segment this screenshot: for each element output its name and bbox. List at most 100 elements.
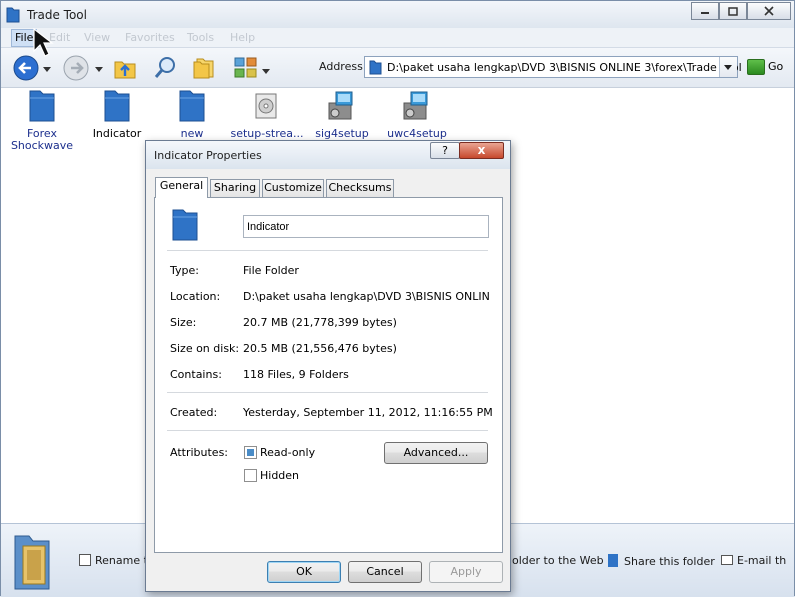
location-key: Location: — [170, 290, 221, 303]
attributes-key: Attributes: — [170, 446, 229, 459]
menu-view[interactable]: View — [84, 31, 110, 44]
minimize-icon — [701, 12, 709, 14]
contains-value: 118 Files, 9 Folders — [243, 368, 349, 381]
rename-icon — [79, 554, 91, 566]
folder-icon — [369, 60, 382, 78]
type-value: File Folder — [243, 264, 299, 277]
close-button[interactable] — [747, 2, 791, 20]
cancel-button[interactable]: Cancel — [348, 561, 422, 583]
readonly-label: Read-only — [260, 446, 316, 459]
go-label: Go — [768, 60, 784, 73]
ok-button[interactable]: OK — [267, 561, 341, 583]
size-on-disk-value: 20.5 MB (21,556,476 bytes) — [243, 342, 397, 355]
minimize-button[interactable] — [691, 2, 719, 20]
file-item[interactable]: Forex Shockwave — [5, 89, 79, 152]
created-value: Yesterday, September 11, 2012, 11:16:55 … — [243, 406, 493, 419]
menu-bar: File Edit View Favorites Tools Help — [1, 28, 794, 48]
size-key: Size: — [170, 316, 197, 329]
go-button[interactable]: Go — [747, 59, 783, 75]
title-bar: Trade Tool — [1, 1, 794, 28]
back-dropdown-icon[interactable] — [43, 63, 51, 76]
address-dropdown-button[interactable] — [719, 57, 737, 77]
dialog-title-bar: Indicator Properties ? x — [146, 141, 510, 169]
search-icon — [154, 57, 175, 78]
size-on-disk-key: Size on disk: — [170, 342, 240, 355]
folder-name-input[interactable] — [243, 215, 489, 238]
file-label: Forex Shockwave — [10, 127, 74, 152]
folder-icon — [6, 7, 20, 26]
folder-icon — [179, 90, 205, 122]
search-button[interactable] — [154, 55, 178, 82]
file-label: sig4setup — [315, 127, 369, 140]
menu-tools[interactable]: Tools — [187, 31, 214, 44]
file-label: Indicator — [92, 127, 142, 140]
share-task[interactable]: Share this folder — [608, 554, 715, 568]
tab-checksums[interactable]: Checksums — [326, 179, 394, 197]
mouse-cursor-icon — [31, 27, 57, 61]
location-value: D:\paket usaha lengkap\DVD 3\BISNIS ONLI… — [243, 290, 490, 303]
hidden-checkbox[interactable] — [244, 469, 257, 482]
general-panel: Type: File Folder Location: D:\paket usa… — [154, 197, 503, 553]
forward-arrow-icon — [63, 55, 89, 81]
menu-help[interactable]: Help — [230, 31, 255, 44]
setup-package-icon — [255, 93, 277, 119]
forward-dropdown-icon[interactable] — [95, 63, 103, 76]
type-key: Type: — [170, 264, 199, 277]
installer-icon — [328, 91, 353, 120]
file-item[interactable]: new — [155, 89, 229, 140]
advanced-button[interactable]: Advanced... — [384, 442, 488, 464]
file-label: setup-strea... — [230, 127, 304, 140]
properties-dialog: Indicator Properties ? x General Sharing… — [145, 140, 511, 592]
address-text[interactable]: D:\paket usaha lengkap\DVD 3\BISNIS ONLI… — [387, 61, 742, 74]
divider — [167, 392, 488, 393]
hidden-label: Hidden — [260, 469, 300, 482]
size-value: 20.7 MB (21,778,399 bytes) — [243, 316, 397, 329]
folder-large-icon — [11, 530, 53, 595]
email-icon — [721, 555, 733, 565]
folders-icon — [193, 58, 214, 79]
menu-favorites[interactable]: Favorites — [125, 31, 175, 44]
contains-key: Contains: — [170, 368, 222, 381]
folder-icon — [29, 90, 55, 122]
rename-task[interactable]: Rename th — [79, 554, 155, 567]
views-icon — [234, 57, 257, 78]
window-title: Trade Tool — [27, 8, 87, 22]
file-item[interactable]: sig4setup — [305, 89, 379, 140]
folder-icon — [171, 208, 199, 245]
folder-icon — [104, 90, 130, 122]
maximize-button[interactable] — [719, 2, 747, 20]
toolbar: Address D:\paket usaha lengkap\DVD 3\BIS… — [1, 48, 794, 88]
readonly-checkbox[interactable] — [244, 446, 257, 459]
views-button[interactable] — [234, 56, 258, 83]
address-bar[interactable]: D:\paket usaha lengkap\DVD 3\BISNIS ONLI… — [364, 56, 742, 78]
up-folder-button[interactable] — [113, 56, 137, 83]
email-task[interactable]: E-mail th — [721, 554, 786, 567]
file-item[interactable]: uwc4setup — [380, 89, 454, 140]
tab-sharing[interactable]: Sharing — [210, 179, 260, 197]
up-folder-icon — [114, 61, 136, 79]
created-key: Created: — [170, 406, 218, 419]
help-button[interactable]: ? — [430, 142, 460, 159]
dialog-title: Indicator Properties — [154, 149, 262, 162]
address-label: Address — [319, 60, 363, 73]
divider — [167, 430, 488, 431]
go-arrow-icon[interactable] — [743, 59, 744, 72]
file-item[interactable]: Indicator — [80, 89, 154, 140]
chevron-down-icon — [724, 65, 732, 70]
file-label: uwc4setup — [387, 127, 447, 140]
tab-customize[interactable]: Customize — [262, 179, 324, 197]
folders-button[interactable] — [192, 56, 216, 83]
divider — [167, 250, 488, 251]
file-label: new — [180, 127, 204, 140]
close-icon — [764, 6, 774, 16]
dialog-close-button[interactable]: x — [459, 142, 504, 159]
installer-icon — [403, 91, 428, 120]
restore-icon — [728, 6, 738, 16]
tab-general[interactable]: General — [155, 177, 208, 198]
file-item[interactable]: setup-strea... — [230, 89, 304, 140]
forward-button[interactable] — [62, 54, 90, 85]
apply-button[interactable]: Apply — [429, 561, 503, 583]
publish-task[interactable]: older to the Web — [512, 554, 604, 567]
views-dropdown-icon[interactable] — [262, 65, 270, 78]
share-icon — [608, 554, 618, 567]
